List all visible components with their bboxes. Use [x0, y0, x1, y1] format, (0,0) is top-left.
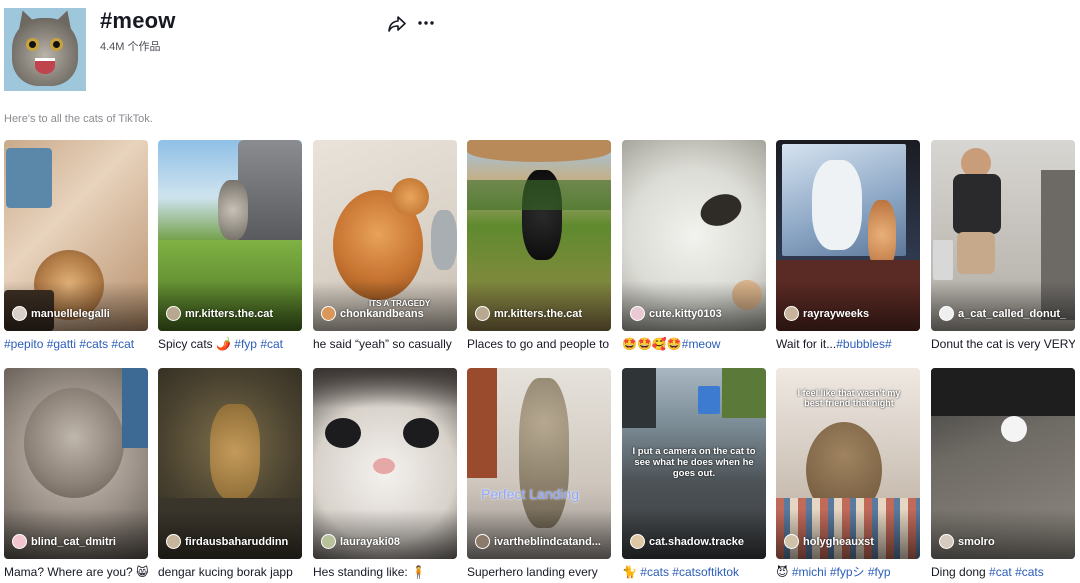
hashtag-link[interactable]: #fyp #cat	[234, 337, 283, 351]
author-avatar	[12, 534, 27, 549]
video-overlay-text: I feel like that wasn't my best friend t…	[797, 388, 901, 408]
video-thumbnail[interactable]: I put a camera on the cat to see what he…	[622, 368, 766, 559]
video-caption[interactable]: Hes standing like: 🧍	[313, 563, 457, 581]
video-author[interactable]: mr.kitters.the.cat	[166, 306, 273, 321]
hashtag-link[interactable]: #michi #fypシ #fyp	[792, 565, 891, 579]
hashtag-title: #meow	[100, 8, 176, 33]
author-avatar	[784, 534, 799, 549]
video-author[interactable]: rayrayweeks	[784, 306, 869, 321]
video-caption[interactable]: #pepito #gatti #cats #cat	[4, 335, 148, 353]
author-avatar	[630, 306, 645, 321]
author-avatar	[166, 306, 181, 321]
author-avatar	[784, 306, 799, 321]
video-card[interactable]: I feel like that wasn't my best friend t…	[776, 368, 920, 581]
hashtag-link[interactable]: #cats #catsoftiktok	[640, 565, 739, 579]
hashtag-link[interactable]: #bubbles#	[836, 337, 891, 351]
video-caption[interactable]: Superhero landing every	[467, 563, 611, 581]
video-thumbnail[interactable]: a_cat_called_donut_	[931, 140, 1075, 331]
video-card[interactable]: mr.kitters.the.cat Spicy cats 🌶️ #fyp #c…	[158, 140, 302, 353]
video-author[interactable]: cute.kitty0103	[630, 306, 722, 321]
author-avatar	[475, 306, 490, 321]
video-caption[interactable]: he said “yeah” so casually	[313, 335, 457, 353]
video-card[interactable]: laurayaki08 Hes standing like: 🧍	[313, 368, 457, 581]
video-card[interactable]: Perfect Landing ivartheblindcatand... Su…	[467, 368, 611, 581]
video-thumbnail[interactable]: mr.kitters.the.cat	[158, 140, 302, 331]
video-thumbnail[interactable]: Perfect Landing ivartheblindcatand...	[467, 368, 611, 559]
post-count: 4.4M 个作品	[100, 41, 161, 53]
video-author[interactable]: a_cat_called_donut_	[939, 306, 1066, 321]
video-caption[interactable]: Spicy cats 🌶️ #fyp #cat	[158, 335, 302, 353]
author-avatar	[939, 534, 954, 549]
video-thumbnail[interactable]: blind_cat_dmitri	[4, 368, 148, 559]
video-thumbnail[interactable]: manuellelegalli	[4, 140, 148, 331]
author-avatar	[321, 534, 336, 549]
author-avatar	[166, 534, 181, 549]
video-card[interactable]: mr.kitters.the.cat Places to go and peop…	[467, 140, 611, 353]
video-author[interactable]: cat.shadow.tracke	[630, 534, 744, 549]
video-author[interactable]: mr.kitters.the.cat	[475, 306, 582, 321]
author-avatar	[321, 306, 336, 321]
video-overlay-text: I put a camera on the cat to see what he…	[632, 446, 756, 479]
hashtag-cover-image	[4, 8, 86, 91]
video-card[interactable]: a_cat_called_donut_ Donut the cat is ver…	[931, 140, 1075, 353]
author-avatar	[12, 306, 27, 321]
video-author[interactable]: laurayaki08	[321, 534, 400, 549]
video-thumbnail[interactable]: ITS A TRAGEDY chonkandbeans	[313, 140, 457, 331]
video-caption[interactable]: 🤩🤩🥰🤩#meow	[622, 335, 766, 353]
video-card[interactable]: ITS A TRAGEDY chonkandbeans he said “yea…	[313, 140, 457, 353]
video-thumbnail[interactable]: smolro	[931, 368, 1075, 559]
video-caption[interactable]: 😈 #michi #fypシ #fyp	[776, 563, 920, 581]
video-card[interactable]: I put a camera on the cat to see what he…	[622, 368, 766, 581]
video-author[interactable]: chonkandbeans	[321, 306, 424, 321]
video-caption[interactable]: dengar kucing borak japp	[158, 563, 302, 581]
video-thumbnail[interactable]: cute.kitty0103	[622, 140, 766, 331]
share-arrow-icon	[388, 16, 406, 32]
video-caption[interactable]: Places to go and people to	[467, 335, 611, 353]
video-caption[interactable]: Donut the cat is very VERY	[931, 335, 1075, 353]
video-card[interactable]: manuellelegalli #pepito #gatti #cats #ca…	[4, 140, 148, 353]
hashtag-link[interactable]: #cat #cats	[989, 565, 1044, 579]
video-card[interactable]: cute.kitty0103 🤩🤩🥰🤩#meow	[622, 140, 766, 353]
author-avatar	[630, 534, 645, 549]
author-avatar	[475, 534, 490, 549]
video-caption[interactable]: 🐈 #cats #catsoftiktok	[622, 563, 766, 581]
video-author[interactable]: manuellelegalli	[12, 306, 110, 321]
video-thumbnail[interactable]: laurayaki08	[313, 368, 457, 559]
video-caption[interactable]: Ding dong #cat #cats	[931, 563, 1075, 581]
author-avatar	[939, 306, 954, 321]
hashtag-header: #meow 4.4M 个作品	[4, 8, 1080, 92]
video-author[interactable]: holygheauxst	[784, 534, 874, 549]
hashtag-link[interactable]: #pepito #gatti #cats #cat	[4, 337, 134, 351]
hashtag-link[interactable]: #meow	[682, 337, 721, 351]
video-author[interactable]: ivartheblindcatand...	[475, 534, 601, 549]
more-horizontal-icon	[418, 21, 434, 25]
more-button[interactable]	[415, 12, 437, 34]
video-card[interactable]: blind_cat_dmitri Mama? Where are you? 😸	[4, 368, 148, 581]
video-author[interactable]: smolro	[939, 534, 995, 549]
video-author[interactable]: firdausbaharuddinn	[166, 534, 288, 549]
video-thumbnail[interactable]: firdausbaharuddinn	[158, 368, 302, 559]
hashtag-description: Here's to all the cats of TikTok.	[4, 113, 153, 125]
video-caption[interactable]: Wait for it...#bubbles#	[776, 335, 920, 353]
video-thumbnail[interactable]: rayrayweeks	[776, 140, 920, 331]
video-card[interactable]: smolro Ding dong #cat #cats	[931, 368, 1075, 581]
video-thumbnail[interactable]: mr.kitters.the.cat	[467, 140, 611, 331]
video-card[interactable]: firdausbaharuddinn dengar kucing borak j…	[158, 368, 302, 581]
share-button[interactable]	[386, 13, 408, 35]
video-caption[interactable]: Mama? Where are you? 😸	[4, 563, 148, 581]
video-overlay-text: Perfect Landing	[481, 486, 580, 502]
video-thumbnail[interactable]: I feel like that wasn't my best friend t…	[776, 368, 920, 559]
video-author[interactable]: blind_cat_dmitri	[12, 534, 116, 549]
video-card[interactable]: rayrayweeks Wait for it...#bubbles#	[776, 140, 920, 353]
